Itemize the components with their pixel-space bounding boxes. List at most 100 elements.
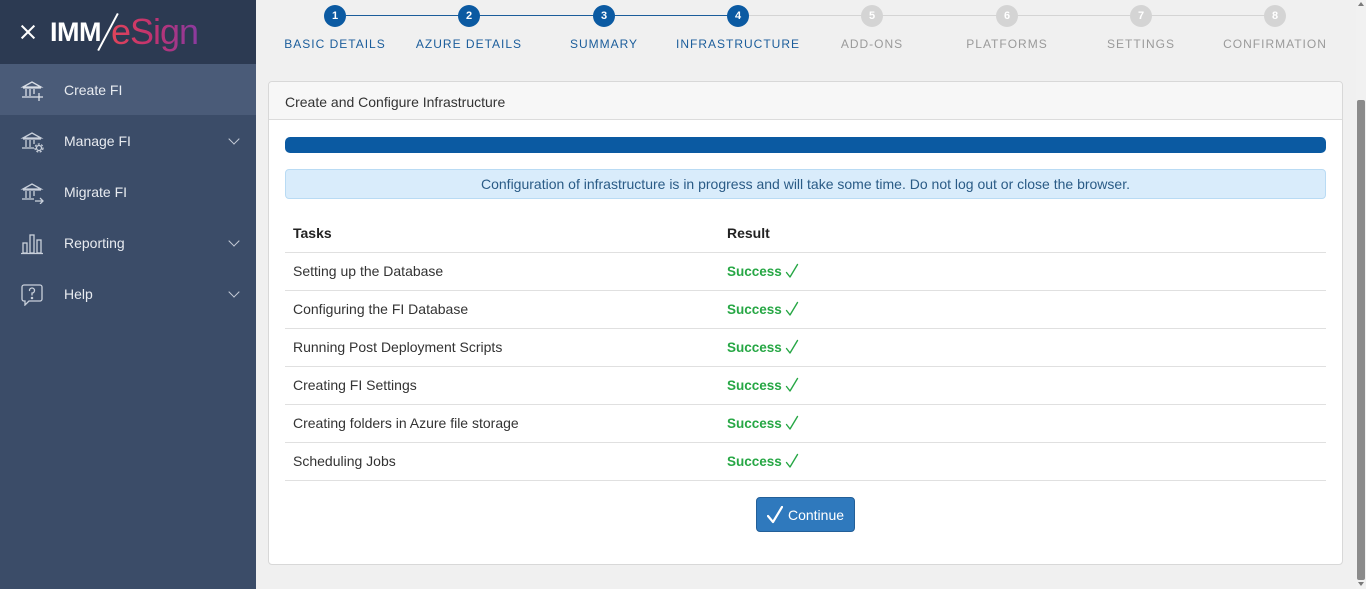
step-azure-details[interactable]: 2 AZURE DETAILS <box>404 5 534 51</box>
bank-arrow-icon <box>20 180 44 204</box>
status-text: Success <box>727 263 782 279</box>
step-label: SUMMARY <box>569 37 639 51</box>
step-number: 1 <box>324 5 346 27</box>
check-icon <box>785 416 798 430</box>
step-number: 6 <box>996 5 1018 27</box>
status-success: Success <box>727 453 799 469</box>
task-name: Configuring the FI Database <box>285 290 719 329</box>
sidebar-item-manage-fi[interactable]: Manage FI <box>0 115 256 166</box>
sidebar-item-label: Manage FI <box>64 132 131 149</box>
task-result: Success <box>719 404 1326 443</box>
step-infrastructure[interactable]: 4 INFRASTRUCTURE <box>673 5 803 51</box>
scroll-up-arrow-icon[interactable] <box>1358 2 1364 6</box>
check-icon <box>785 454 798 468</box>
status-success: Success <box>727 339 799 355</box>
continue-button-label: Continue <box>787 506 845 523</box>
task-name: Creating FI Settings <box>285 366 719 405</box>
sidebar-item-label: Help <box>64 285 93 302</box>
status-text: Success <box>727 339 782 355</box>
logo-text-imm: IMM <box>50 16 101 47</box>
status-success: Success <box>727 415 799 431</box>
status-success: Success <box>727 263 799 279</box>
task-name: Running Post Deployment Scripts <box>285 328 719 367</box>
scroll-down-arrow-icon[interactable] <box>1358 582 1364 586</box>
info-alert: Configuration of infrastructure is in pr… <box>285 169 1326 199</box>
step-number: 7 <box>1130 5 1152 27</box>
page-scrollbar[interactable] <box>1356 0 1366 589</box>
step-number: 3 <box>593 5 615 27</box>
check-icon <box>785 378 798 392</box>
step-number: 2 <box>458 5 480 27</box>
step-confirmation: 8 CONFIRMATION <box>1210 5 1340 51</box>
status-text: Success <box>727 301 782 317</box>
table-row: Creating folders in Azure file storage Su… <box>285 404 1326 443</box>
table-row: Scheduling Jobs Success <box>285 442 1326 481</box>
sidebar-item-label: Create FI <box>64 81 123 98</box>
bank-plus-icon <box>20 78 44 102</box>
step-summary[interactable]: 3 SUMMARY <box>539 5 669 51</box>
chevron-down-icon[interactable] <box>228 133 240 145</box>
bank-gear-icon <box>20 129 44 153</box>
step-number: 5 <box>861 5 883 27</box>
scroll-thumb[interactable] <box>1357 100 1365 580</box>
check-icon <box>766 505 783 523</box>
sidebar-header: IMM eSign <box>0 0 256 64</box>
logo-text-esign: eSign <box>110 11 199 52</box>
task-name: Scheduling Jobs <box>285 442 719 481</box>
step-label: AZURE DETAILS <box>415 37 523 51</box>
chevron-down-icon[interactable] <box>228 286 240 298</box>
task-result: Success <box>719 328 1326 367</box>
card-title: Create and Configure Infrastructure <box>269 82 1342 120</box>
check-icon <box>785 264 798 278</box>
sidebar-item-migrate-fi[interactable]: Migrate FI <box>0 166 256 217</box>
main-content: 1 BASIC DETAILS 2 AZURE DETAILS 3 SUMMAR… <box>256 0 1356 589</box>
task-name: Setting up the Database <box>285 252 719 291</box>
step-basic-details[interactable]: 1 BASIC DETAILS <box>270 5 400 51</box>
chevron-down-icon[interactable] <box>228 235 240 247</box>
status-text: Success <box>727 415 782 431</box>
sidebar-item-reporting[interactable]: Reporting <box>0 217 256 268</box>
check-icon <box>785 340 798 354</box>
status-success: Success <box>727 301 799 317</box>
step-label: PLATFORMS <box>966 37 1048 51</box>
continue-button[interactable]: Continue <box>756 497 855 532</box>
sidebar-item-label: Migrate FI <box>64 183 128 200</box>
check-icon <box>785 302 798 316</box>
sidebar-item-help[interactable]: Help <box>0 268 256 319</box>
wizard-stepper: 1 BASIC DETAILS 2 AZURE DETAILS 3 SUMMAR… <box>256 0 1356 70</box>
task-result: Success <box>719 290 1326 329</box>
column-header-tasks: Tasks <box>285 214 719 253</box>
help-bubble-icon <box>20 282 44 306</box>
close-icon[interactable] <box>18 22 38 42</box>
brand-logo: IMM eSign <box>50 7 199 57</box>
step-platforms: 6 PLATFORMS <box>942 5 1072 51</box>
step-settings: 7 SETTINGS <box>1076 5 1206 51</box>
step-label: INFRASTRUCTURE <box>676 37 800 51</box>
table-row: Setting up the Database Success <box>285 252 1326 291</box>
table-row: Configuring the FI Database Success <box>285 290 1326 329</box>
status-success: Success <box>727 377 799 393</box>
task-result: Success <box>719 442 1326 481</box>
step-add-ons: 5 ADD-ONS <box>807 5 937 51</box>
sidebar-item-label: Reporting <box>64 234 125 251</box>
step-number: 8 <box>1264 5 1286 27</box>
progress-bar <box>285 137 1326 153</box>
step-number: 4 <box>727 5 749 27</box>
task-result: Success <box>719 252 1326 291</box>
table-row: Creating FI Settings Success <box>285 366 1326 405</box>
step-label: CONFIRMATION <box>1223 37 1327 51</box>
status-text: Success <box>727 453 782 469</box>
infrastructure-card: Create and Configure Infrastructure Conf… <box>268 81 1343 565</box>
status-text: Success <box>727 377 782 393</box>
tasks-table: Tasks Result Setting up the Database Succ… <box>285 214 1326 481</box>
table-header-row: Tasks Result <box>285 214 1326 253</box>
step-label: BASIC DETAILS <box>284 37 386 51</box>
column-header-result: Result <box>719 214 1326 253</box>
table-row: Running Post Deployment Scripts Success <box>285 328 1326 367</box>
step-label: SETTINGS <box>1106 37 1175 51</box>
task-name: Creating folders in Azure file storage <box>285 404 719 443</box>
task-result: Success <box>719 366 1326 405</box>
sidebar-item-create-fi[interactable]: Create FI <box>0 64 256 115</box>
bar-chart-icon <box>20 231 44 255</box>
step-label: ADD-ONS <box>840 37 904 51</box>
